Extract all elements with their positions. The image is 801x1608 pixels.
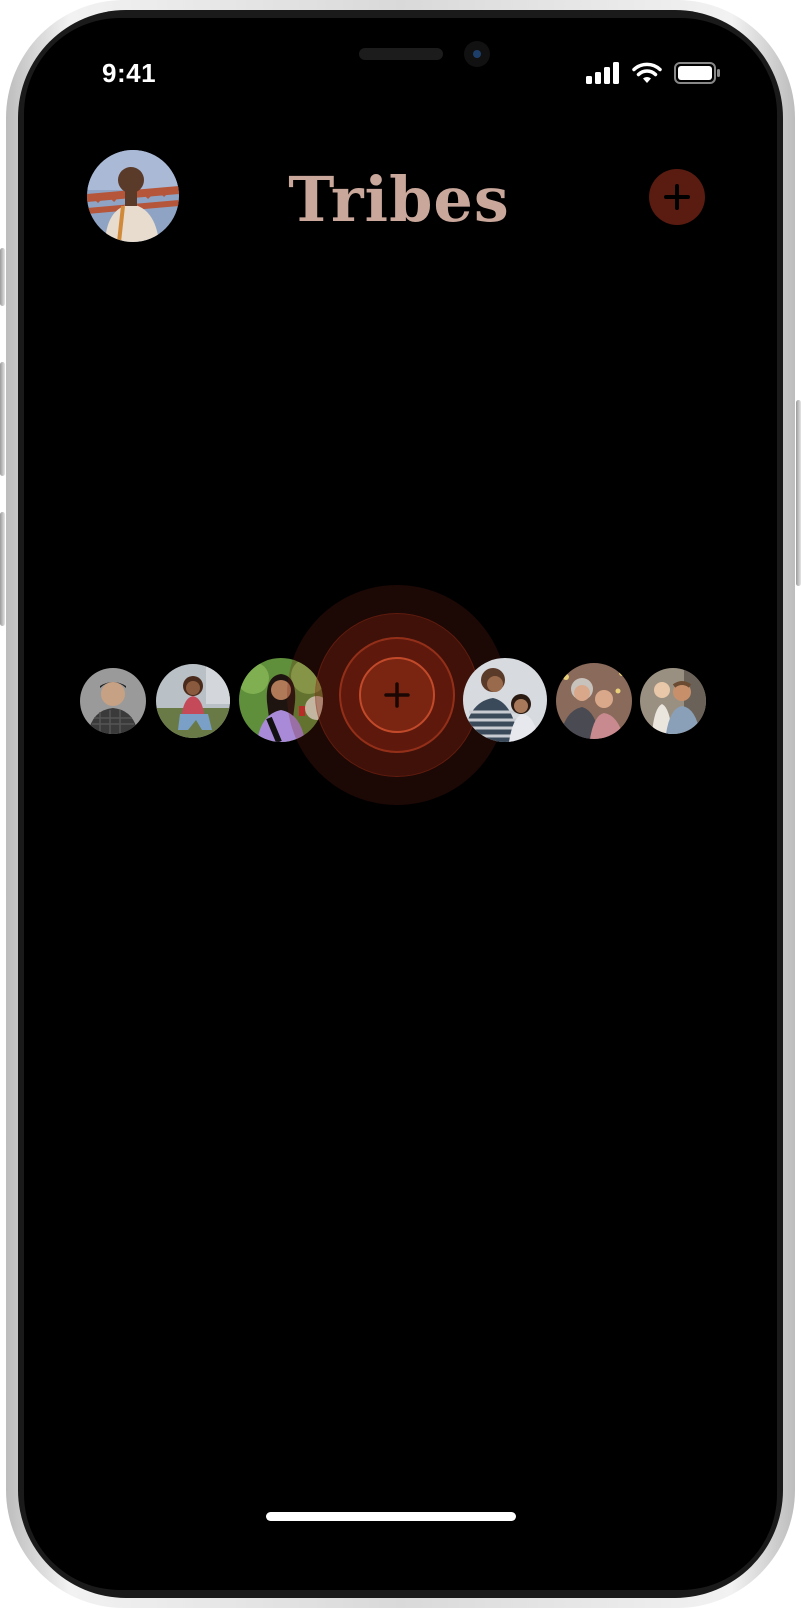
friend-photo [156,664,230,738]
power-button [796,400,801,586]
friend-photo [463,658,547,742]
battery-icon [674,62,720,84]
add-tribe-button[interactable] [649,169,705,225]
friend-photo [80,668,146,734]
page-title: Tribes [288,163,510,236]
hub-add-button[interactable] [359,657,435,733]
status-time: 9:41 [102,58,157,88]
volume-down-button [0,512,5,626]
friend-avatar[interactable] [463,658,547,742]
status-icons [586,62,720,84]
friend-avatar[interactable] [80,668,146,734]
cellular-signal-icon [586,62,619,84]
friend-photo [640,668,706,734]
home-indicator[interactable] [266,1512,516,1521]
screen: 9:41 Tribes [24,18,777,1590]
profile-avatar[interactable] [87,150,179,242]
plus-icon [384,682,410,708]
friend-avatar[interactable] [156,664,230,738]
plus-icon [664,184,690,210]
volume-up-button [0,362,5,476]
avatar-photo [87,150,179,242]
front-camera [464,41,490,67]
speaker-grille [359,48,443,60]
wifi-icon [632,62,662,83]
friend-avatar[interactable] [640,668,706,734]
friend-photo [556,663,632,739]
mute-switch [0,248,5,306]
friend-avatar[interactable] [556,663,632,739]
